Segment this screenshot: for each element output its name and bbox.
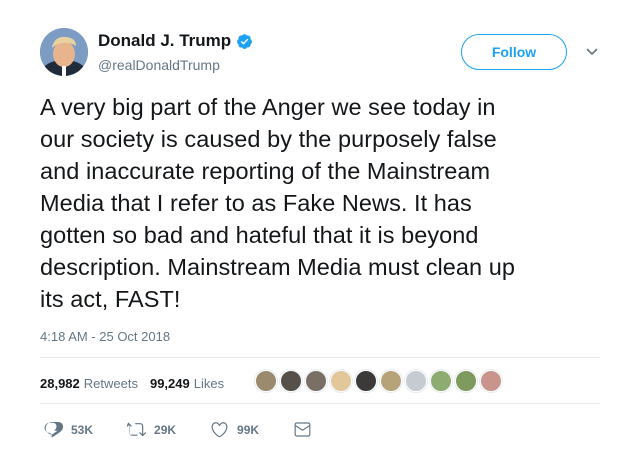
like-count: 99K [237,422,260,437]
liker-avatar[interactable] [280,370,302,392]
liker-avatar[interactable] [430,370,452,392]
retweet-icon [127,422,147,437]
follow-button[interactable]: Follow [461,34,567,70]
likes-label[interactable]: Likes [194,376,224,391]
tweet-stats: 28,982 Retweets 99,249 Likes [40,376,232,391]
message-button[interactable] [293,420,312,439]
retweet-count: 29K [154,422,177,437]
profile-photo-icon [40,28,88,76]
likes-count[interactable]: 99,249 [150,376,190,391]
reply-count: 53K [71,422,94,437]
divider [40,357,600,358]
chevron-down-icon[interactable] [584,44,600,60]
heart-icon [211,422,228,438]
liker-avatar[interactable] [380,370,402,392]
envelope-icon [294,422,311,437]
liker-avatar[interactable] [405,370,427,392]
author-name-row: Donald J. Trump [98,31,253,51]
tweet-text: A very big part of the Anger we see toda… [40,94,515,312]
tweet-timestamp[interactable]: 4:18 AM - 25 Oct 2018 [40,329,170,344]
liker-avatar[interactable] [355,370,377,392]
retweets-count[interactable]: 28,982 [40,376,80,391]
liker-avatar[interactable] [480,370,502,392]
liker-avatar[interactable] [305,370,327,392]
tweet-card: Donald J. Trump @realDonaldTrump Follow … [0,0,639,470]
reply-button[interactable]: 53K [44,420,93,439]
divider [40,403,600,404]
liker-avatar[interactable] [330,370,352,392]
retweets-label[interactable]: Retweets [84,376,138,391]
verified-badge-icon [236,33,253,50]
author-display-name[interactable]: Donald J. Trump [98,31,231,51]
author-handle[interactable]: @realDonaldTrump [98,57,220,73]
liker-avatar[interactable] [255,370,277,392]
retweet-button[interactable]: 29K [127,420,176,439]
like-button[interactable]: 99K [210,420,259,439]
author-avatar[interactable] [40,28,88,76]
liker-avatar[interactable] [455,370,477,392]
liker-avatars [255,370,502,392]
tweet-actions: 53K 29K 99K [44,420,346,439]
reply-icon [44,421,63,438]
